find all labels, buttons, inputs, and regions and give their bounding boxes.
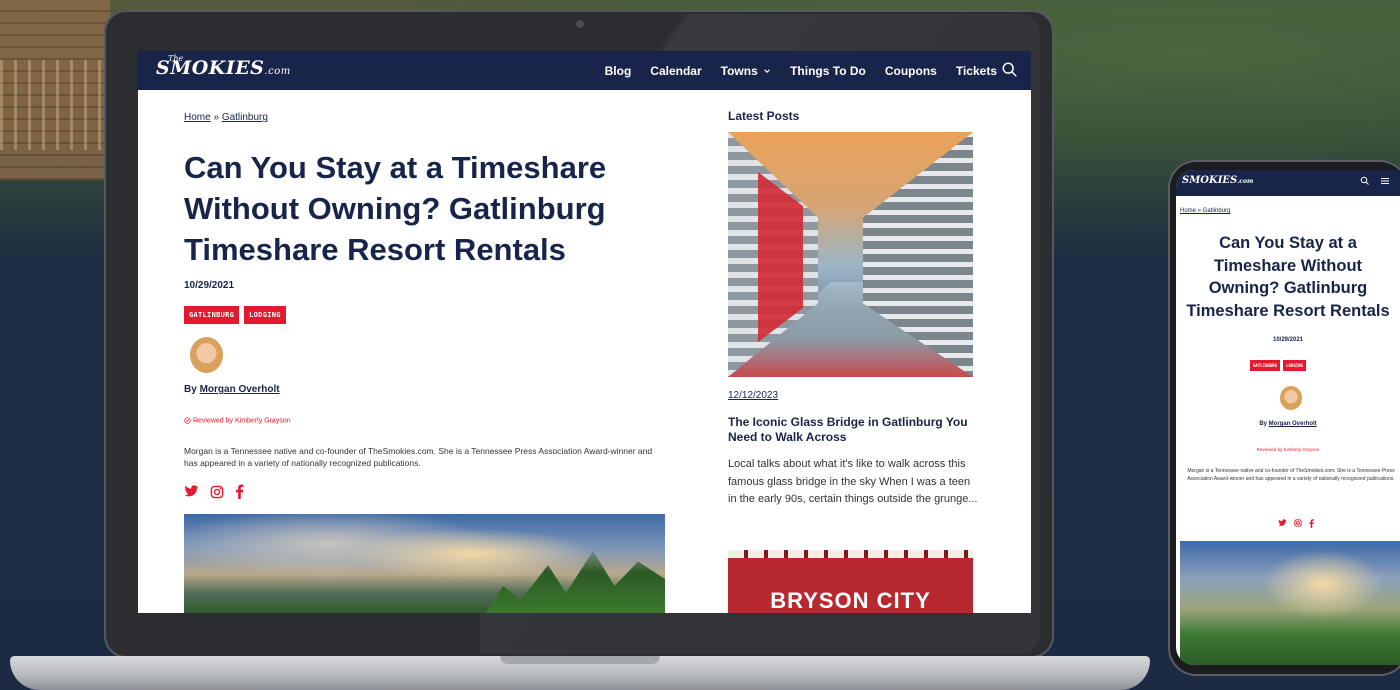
mobile-byline-prefix: By [1259, 421, 1269, 427]
phone-screen: SMOKIES.com Home » Gatlinburg Can You St… [1176, 170, 1400, 665]
post-title[interactable]: The Iconic Glass Bridge in Gatlinburg Yo… [728, 415, 978, 445]
breadcrumb-gatlinburg-link[interactable]: Gatlinburg [222, 112, 268, 123]
site-nav: The SMOKIES.com Blog Calendar Towns Thin… [138, 51, 1031, 90]
nav-item-coupons[interactable]: Coupons [885, 64, 937, 78]
logo-main-text: SMOKIES [156, 57, 265, 79]
twitter-icon[interactable] [1278, 519, 1287, 527]
mobile-nav-icons [1360, 176, 1390, 186]
train-car-trim [728, 550, 973, 558]
search-icon[interactable] [1001, 61, 1019, 79]
nav-item-tickets[interactable]: Tickets [956, 64, 997, 78]
mobile-author-avatar [1280, 386, 1302, 410]
post-excerpt: Local talks about what it's like to walk… [728, 458, 978, 505]
byline-prefix: By [184, 384, 200, 395]
tag-gatlinburg[interactable]: GATLINBURG [184, 306, 240, 324]
hamburger-menu-icon[interactable] [1380, 176, 1390, 186]
mobile-site-logo[interactable]: SMOKIES.com [1182, 175, 1253, 186]
mobile-author-byline: By Morgan Overholt [1176, 421, 1400, 427]
mobile-nav: SMOKIES.com [1176, 170, 1400, 196]
mobile-logo-suffix: .com [1237, 178, 1254, 185]
laptop-base-notch [500, 656, 660, 664]
nav-item-towns-label: Towns [720, 63, 758, 78]
mobile-hero-image [1180, 541, 1400, 665]
mobile-logo-main: SMOKIES [1182, 175, 1238, 186]
laptop-camera [576, 20, 584, 28]
facebook-icon[interactable] [1309, 519, 1314, 528]
reviewed-by-text: Reviewed by Kimberly Grayson [192, 417, 291, 425]
mobile-article-title: Can You Stay at a Timeshare Without Owni… [1176, 232, 1400, 322]
instagram-icon[interactable] [210, 485, 224, 499]
twitter-icon[interactable] [184, 485, 199, 498]
mobile-tag-gatlinburg[interactable]: GATLINBURG [1250, 360, 1281, 371]
post-date[interactable]: 12/12/2023 [728, 390, 778, 401]
mobile-social-links [1278, 519, 1314, 528]
reviewed-by: Reviewed by Kimberly Grayson [184, 417, 291, 424]
check-circle-icon [184, 417, 191, 424]
logo-suffix-text: .com [264, 66, 291, 77]
breadcrumb-separator: » [213, 112, 220, 123]
author-link[interactable]: Morgan Overholt [200, 384, 280, 395]
article-hero-image [184, 514, 665, 613]
mobile-title-line: Timeshare Without [1213, 256, 1363, 275]
author-byline: By Morgan Overholt [184, 384, 280, 395]
site-logo[interactable]: SMOKIES.com [156, 57, 291, 79]
article-tags: GATLINBURG LODGING [184, 306, 286, 324]
mobile-title-line: Owning? Gatlinburg [1208, 279, 1368, 297]
post-thumbnail-caption: BRYSON CITY [770, 588, 931, 613]
nav-item-towns[interactable]: Towns [721, 64, 771, 78]
mobile-title-line: Timeshare Resort Rentals [1186, 301, 1390, 320]
instagram-icon[interactable] [1294, 519, 1302, 527]
breadcrumb: Home » Gatlinburg [184, 112, 268, 123]
nav-menu: Blog Calendar Towns Things To Do Coupons… [605, 51, 997, 90]
mobile-breadcrumb[interactable]: Home » Gatlinburg [1180, 208, 1230, 214]
mobile-author-bio: Morgan is a Tennessee native and co-foun… [1187, 468, 1395, 482]
mobile-tag-lodging[interactable]: LODGING [1283, 360, 1306, 371]
article-title: Can You Stay at a Timeshare Without Owni… [184, 150, 607, 267]
nav-item-calendar[interactable]: Calendar [650, 64, 701, 78]
search-icon[interactable] [1360, 176, 1370, 186]
hero-image-trees [485, 551, 665, 613]
facebook-icon[interactable] [235, 484, 244, 499]
breadcrumb-home-link[interactable]: Home [184, 112, 211, 123]
tag-lodging[interactable]: LODGING [244, 306, 286, 324]
nav-item-blog[interactable]: Blog [605, 64, 632, 78]
laptop-screen: The SMOKIES.com Blog Calendar Towns Thin… [138, 51, 1031, 613]
author-avatar [190, 337, 223, 373]
article-date: 10/29/2021 [184, 280, 235, 291]
mobile-article-date: 10/29/2021 [1272, 337, 1304, 343]
sidebar-heading: Latest Posts [728, 109, 800, 123]
chevron-down-icon [764, 69, 770, 74]
mobile-article-tags: GATLINBURG LODGING [1250, 360, 1306, 371]
post-thumbnail-bryson-city[interactable]: BRYSON CITY [728, 550, 973, 613]
mobile-author-link[interactable]: Morgan Overholt [1269, 421, 1317, 427]
post-thumbnail-glass-bridge[interactable] [728, 132, 973, 377]
mobile-title-line: Can You Stay at a [1219, 234, 1357, 252]
social-links [184, 484, 244, 499]
nav-item-things-to-do[interactable]: Things To Do [790, 64, 866, 78]
author-bio: Morgan is a Tennessee native and co-foun… [184, 446, 653, 468]
background-cabin-railing [0, 60, 110, 150]
mobile-reviewed-by: Reviewed by Kimberly Grayson [1256, 447, 1320, 452]
